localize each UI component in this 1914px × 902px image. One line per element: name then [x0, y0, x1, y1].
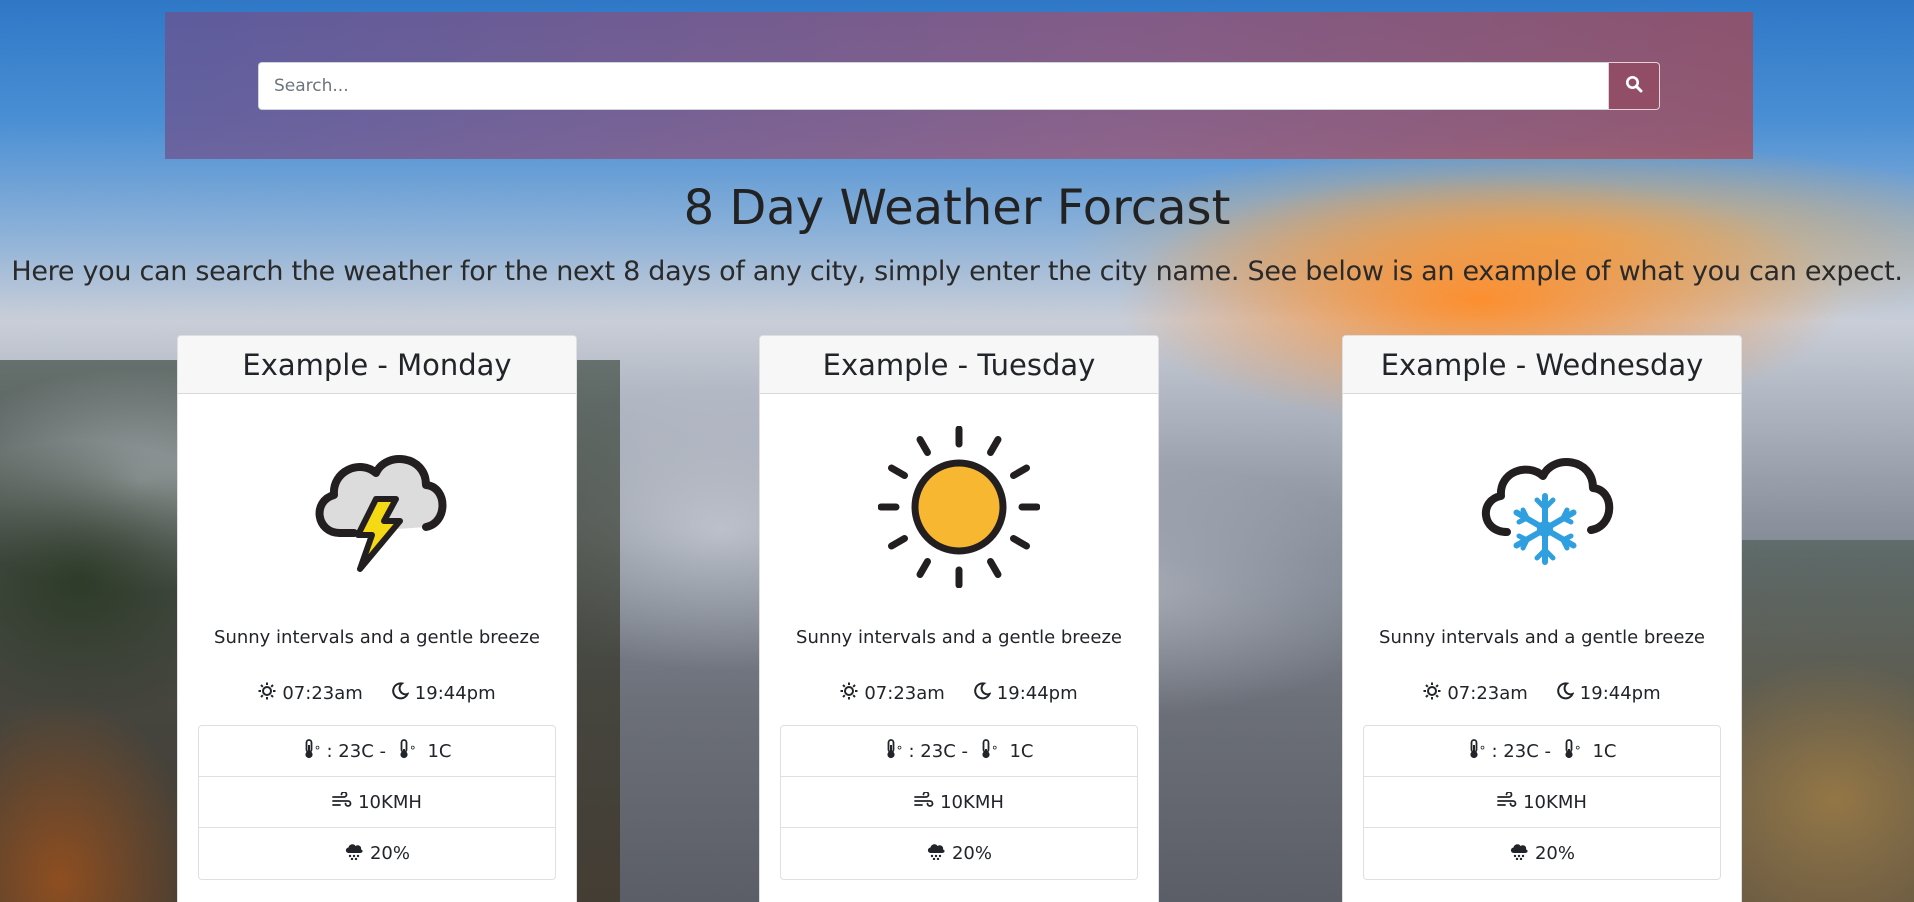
sunrise-time: 07:23am [282, 682, 363, 704]
thermometer-low-icon [980, 738, 992, 764]
wind-speed: 10KMH [940, 791, 1004, 813]
thermometer-low-icon [398, 738, 410, 764]
sunset-time: 19:44pm [996, 682, 1078, 704]
sun-times: 07:23am 19:44pm [1343, 681, 1741, 705]
weather-details-list: ° : 23C - ° 1C 10KMH 20% [1363, 725, 1721, 880]
temperature-high: : 23C - [908, 740, 974, 762]
weather-description: Sunny intervals and a gentle breeze [214, 627, 540, 648]
temperature-high: : 23C - [326, 740, 392, 762]
wind-speed: 10KMH [1523, 791, 1587, 813]
thermometer-icon [885, 738, 897, 764]
page-title: 8 Day Weather Forcast [683, 180, 1231, 236]
sunrise-icon [258, 682, 276, 705]
temperature-low: 1C [1586, 740, 1617, 762]
sun-times: 07:23am 19:44pm [760, 681, 1158, 705]
rain-chance: 20% [369, 843, 410, 864]
snow-cloud-icon [1467, 442, 1617, 576]
rain-cloud-icon [344, 842, 364, 865]
moon-icon [1556, 681, 1575, 705]
card-title: Example - Wednesday [1343, 336, 1741, 394]
card-title: Example - Tuesday [760, 336, 1158, 394]
temperature-low: 1C [1003, 740, 1034, 762]
rain-cloud-icon [926, 842, 946, 865]
search-bar [258, 62, 1660, 110]
sunrise-time: 07:23am [864, 682, 945, 704]
wind-icon [332, 790, 352, 813]
thunderstorm-icon [302, 437, 452, 581]
card-title: Example - Monday [178, 336, 576, 394]
sunset-time: 19:44pm [414, 682, 496, 704]
sunrise-icon [1423, 682, 1441, 705]
rain-cloud-icon [1509, 842, 1529, 865]
sunset-time: 19:44pm [1579, 682, 1661, 704]
page-subtitle: Here you can search the weather for the … [11, 256, 1903, 287]
sunrise-icon [840, 682, 858, 705]
wind-row: 10KMH [781, 777, 1137, 828]
rain-row: 20% [1364, 828, 1720, 879]
rain-row: 20% [781, 828, 1137, 879]
search-button[interactable] [1608, 62, 1660, 110]
thermometer-icon [1468, 738, 1480, 764]
search-icon [1625, 75, 1643, 97]
temperature-row: ° : 23C - ° 1C [781, 726, 1137, 777]
rain-chance: 20% [951, 843, 992, 864]
temperature-high: : 23C - [1491, 740, 1557, 762]
rain-chance: 20% [1534, 843, 1575, 864]
temperature-row: ° : 23C - ° 1C [1364, 726, 1720, 777]
wind-icon [1497, 790, 1517, 813]
thermometer-icon [303, 738, 315, 764]
forecast-card-wednesday: Example - Wednesday Sunny intervals and … [1342, 335, 1742, 902]
sun-times: 07:23am 19:44pm [178, 681, 576, 705]
weather-description: Sunny intervals and a gentle breeze [796, 627, 1122, 648]
sun-icon [877, 425, 1041, 592]
thermometer-low-icon [1563, 738, 1575, 764]
thermometer-low-degree-icon: ° [1574, 744, 1581, 758]
weather-details-list: ° : 23C - ° 1C 10KMH 20% [198, 725, 556, 880]
wind-speed: 10KMH [358, 791, 422, 813]
wind-row: 10KMH [1364, 777, 1720, 828]
temperature-row: ° : 23C - ° 1C [199, 726, 555, 777]
wind-icon [914, 790, 934, 813]
moon-icon [391, 681, 410, 705]
thermometer-low-degree-icon: ° [991, 744, 998, 758]
thermometer-low-degree-icon: ° [409, 744, 416, 758]
sunrise-time: 07:23am [1447, 682, 1528, 704]
forecast-card-tuesday: Example - Tuesday Sunny intervals and a … [759, 335, 1159, 902]
rain-row: 20% [199, 828, 555, 879]
weather-details-list: ° : 23C - ° 1C 10KMH 20% [780, 725, 1138, 880]
thermometer-degree-icon: ° [314, 744, 321, 758]
search-input[interactable] [258, 62, 1608, 110]
temperature-low: 1C [421, 740, 452, 762]
thermometer-degree-icon: ° [896, 744, 903, 758]
wind-row: 10KMH [199, 777, 555, 828]
forecast-card-monday: Example - Monday Sunny intervals and a g… [177, 335, 577, 902]
weather-description: Sunny intervals and a gentle breeze [1379, 627, 1705, 648]
thermometer-degree-icon: ° [1479, 744, 1486, 758]
moon-icon [973, 681, 992, 705]
